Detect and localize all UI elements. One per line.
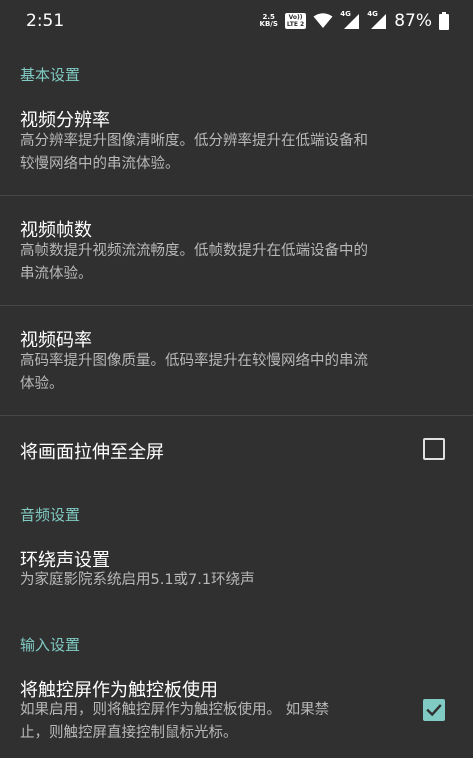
pref-summary: 高分辨率提升图像清晰度。低分辨率提升在低端设备和 较慢网络中的串流体验。 (20, 130, 368, 176)
pref-summary-line: 高分辨率提升图像清晰度。低分辨率提升在低端设备和 (20, 133, 368, 149)
battery-icon (439, 12, 449, 30)
status-icons: 2.5 KB/S Vo)) LTE 2 4G 4G 87% (260, 10, 449, 32)
pref-title: 将画面拉伸至全屏 (20, 442, 164, 463)
touchscreen-trackpad-checkbox[interactable] (423, 699, 445, 721)
pref-touchscreen-trackpad[interactable]: 将触控屏作为触控板使用 如果启用，则将触控屏作为触控板使用。 如果禁 止，则触控… (0, 666, 473, 758)
pref-title: 视频码率 (20, 330, 92, 351)
check-icon (426, 704, 442, 717)
pref-surround-sound[interactable]: 环绕声设置 为家庭影院系统启用5.1或7.1环绕声 (0, 536, 473, 606)
status-bar: 2:51 2.5 KB/S Vo)) LTE 2 4G 4G 87% (0, 0, 473, 44)
net-speed-unit: KB/S (259, 20, 278, 28)
pref-title: 视频分辨率 (20, 110, 110, 131)
pref-summary-line: 高码率提升图像质量。低码率提升在较慢网络中的串流 (20, 353, 368, 369)
pref-video-bitrate[interactable]: 视频码率 高码率提升图像质量。低码率提升在较慢网络中的串流 体验。 (0, 306, 473, 415)
pref-summary-line: 较慢网络中的串流体验。 (20, 156, 180, 172)
signal-icon: 4G (367, 10, 387, 30)
wifi-icon (313, 13, 333, 28)
pref-title: 视频帧数 (20, 220, 92, 241)
pref-summary-line: 体验。 (20, 376, 64, 392)
pref-summary: 如果启用，则将触控屏作为触控板使用。 如果禁 止，则触控屏直接控制鼠标光标。 (20, 699, 329, 745)
pref-summary: 高帧数提升视频流流畅度。低帧数提升在低端设备中的 串流体验。 (20, 240, 368, 286)
section-header-audio: 音频设置 (20, 506, 81, 524)
signal-icon: 4G (340, 10, 360, 30)
pref-summary-line: 如果启用，则将触控屏作为触控板使用。 如果禁 (20, 702, 330, 718)
pref-summary-line: 串流体验。 (20, 266, 93, 282)
pref-summary: 为家庭影院系统启用5.1或7.1环绕声 (20, 572, 255, 588)
section-header-input: 输入设置 (20, 636, 81, 654)
volte-icon: Vo)) LTE 2 (284, 13, 307, 29)
battery-percentage: 87% (394, 11, 432, 31)
pref-summary: 高码率提升图像质量。低码率提升在较慢网络中的串流 体验。 (20, 350, 368, 396)
pref-stretch-fullscreen[interactable]: 将画面拉伸至全屏 (0, 416, 473, 486)
stretch-fullscreen-checkbox[interactable] (423, 438, 445, 460)
section-header-basic: 基本设置 (20, 66, 81, 84)
pref-video-resolution[interactable]: 视频分辨率 高分辨率提升图像清晰度。低分辨率提升在低端设备和 较慢网络中的串流体… (0, 96, 473, 195)
volte-bottom-label: LTE 2 (286, 21, 305, 28)
pref-video-framerate[interactable]: 视频帧数 高帧数提升视频流流畅度。低帧数提升在低端设备中的 串流体验。 (0, 196, 473, 305)
status-time: 2:51 (26, 11, 65, 31)
volte-top-label: Vo)) (288, 14, 303, 21)
net-speed-indicator: 2.5 KB/S (260, 14, 278, 28)
pref-summary-line: 止，则触控屏直接控制鼠标光标。 (20, 725, 238, 741)
pref-summary-line: 高帧数提升视频流流畅度。低帧数提升在低端设备中的 (20, 243, 368, 259)
